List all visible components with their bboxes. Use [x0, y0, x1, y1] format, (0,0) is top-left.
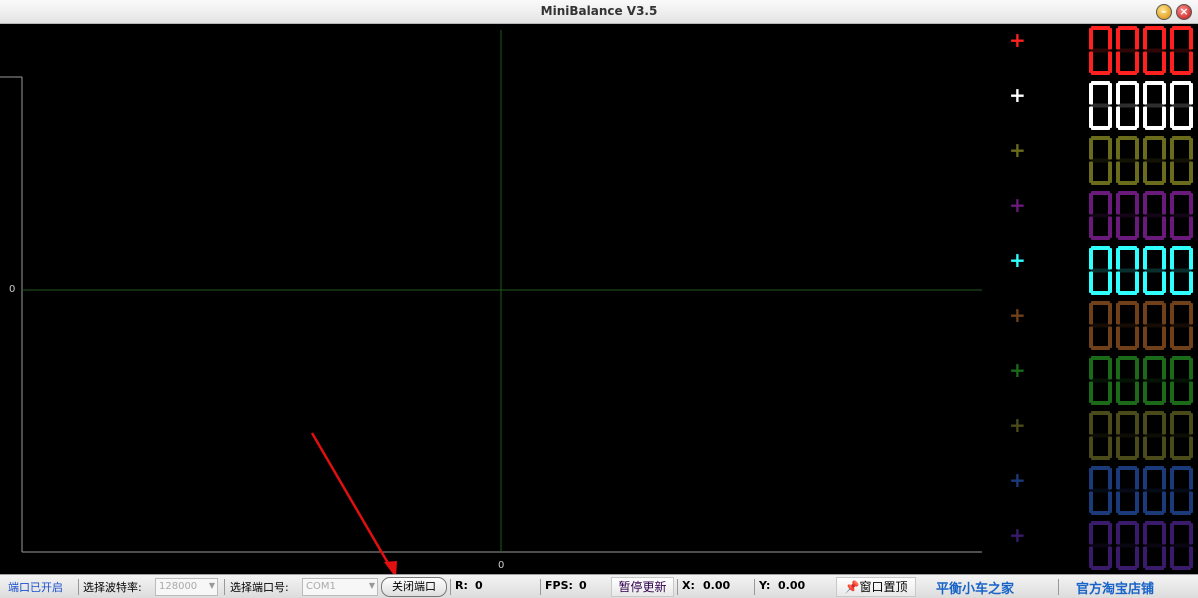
channel-display-3	[1087, 135, 1195, 188]
channel-marker-1: +	[1009, 28, 1026, 52]
port-value: COM1	[306, 581, 336, 592]
pin-window-button[interactable]: 📌窗口置顶	[836, 577, 916, 597]
x-label: X:	[682, 579, 695, 592]
channel-display-2	[1087, 80, 1195, 133]
channel-display-8	[1087, 410, 1195, 463]
channel-marker-6: +	[1009, 303, 1026, 327]
window-title: MiniBalance V3.5	[540, 4, 658, 18]
close-icon: ×	[1179, 5, 1189, 18]
seven-segment-digits	[1089, 136, 1193, 185]
seven-segment-digits	[1089, 81, 1193, 130]
home-link[interactable]: 平衡小车之家	[936, 578, 1014, 597]
channel-display-9	[1087, 465, 1195, 518]
channel-display-4	[1087, 190, 1195, 243]
channel-marker-10: +	[1009, 523, 1026, 547]
shop-link[interactable]: 官方淘宝店铺	[1076, 578, 1154, 597]
r-label: R:	[455, 579, 468, 592]
chevron-down-icon: ▼	[368, 581, 375, 590]
pause-update-button[interactable]: 暂停更新	[611, 577, 674, 597]
channel-display-5	[1087, 245, 1195, 298]
channel-marker-3: +	[1009, 138, 1026, 162]
fps-value: 0	[579, 579, 587, 592]
r-value: 0	[475, 579, 483, 592]
pin-window-label: 窗口置顶	[859, 580, 908, 594]
close-button[interactable]: ×	[1176, 4, 1192, 20]
divider	[677, 579, 678, 595]
channel-marker-9: +	[1009, 468, 1026, 492]
seven-segment-digits	[1089, 301, 1193, 350]
channel-marker-8: +	[1009, 413, 1026, 437]
status-bar: 端口已开启 选择波特率: 128000 ▼ 选择端口号: COM1 ▼ 关闭端口…	[0, 574, 1198, 598]
x-value: 0.00	[703, 579, 731, 592]
divider	[1058, 579, 1059, 595]
fps-label: FPS:	[545, 579, 573, 592]
channel-display-10	[1087, 520, 1195, 573]
channel-display-7	[1087, 355, 1195, 408]
divider	[450, 579, 451, 595]
x-tick-label: 0	[498, 560, 505, 571]
title-bar: MiniBalance V3.5 – ×	[0, 0, 1198, 24]
seven-segment-digits	[1089, 411, 1193, 460]
channel-display-6	[1087, 300, 1195, 353]
app-window: MiniBalance V3.5 – × 0 0 + + + + + + + + + + 端口已开…	[0, 0, 1198, 598]
plot-canvas	[0, 30, 982, 553]
channel-marker-4: +	[1009, 193, 1026, 217]
y-tick-label: 0	[9, 284, 16, 295]
channel-marker-5: +	[1009, 248, 1026, 272]
channel-markers: + + + + + + + + + +	[1000, 24, 1030, 574]
channel-marker-7: +	[1009, 358, 1026, 382]
y-value: 0.00	[778, 579, 806, 592]
seven-segment-digits	[1089, 356, 1193, 405]
port-state-text: 端口已开启	[8, 581, 63, 594]
seven-segment-digits	[1089, 191, 1193, 240]
baud-value: 128000	[159, 581, 198, 592]
divider	[78, 579, 79, 595]
seven-segment-digits	[1089, 521, 1193, 570]
channel-display-1	[1087, 25, 1195, 78]
divider	[540, 579, 541, 595]
seven-segment-digits	[1089, 466, 1193, 515]
close-port-button[interactable]: 关闭端口	[381, 577, 447, 597]
seven-segment-digits	[1089, 246, 1193, 295]
divider	[224, 579, 225, 595]
seven-segment-digits	[1089, 26, 1193, 75]
pushpin-icon: 📌	[844, 580, 860, 594]
channel-displays	[1087, 24, 1195, 574]
chevron-down-icon: ▼	[208, 581, 215, 590]
port-select[interactable]: COM1 ▼	[302, 578, 378, 596]
baud-label: 选择波特率:	[83, 581, 142, 594]
port-label: 选择端口号:	[230, 581, 289, 594]
minimize-button[interactable]: –	[1156, 4, 1172, 20]
minimize-icon: –	[1161, 5, 1167, 18]
y-label: Y:	[759, 579, 771, 592]
baud-select[interactable]: 128000 ▼	[155, 578, 218, 596]
divider	[754, 579, 755, 595]
channel-marker-2: +	[1009, 83, 1026, 107]
